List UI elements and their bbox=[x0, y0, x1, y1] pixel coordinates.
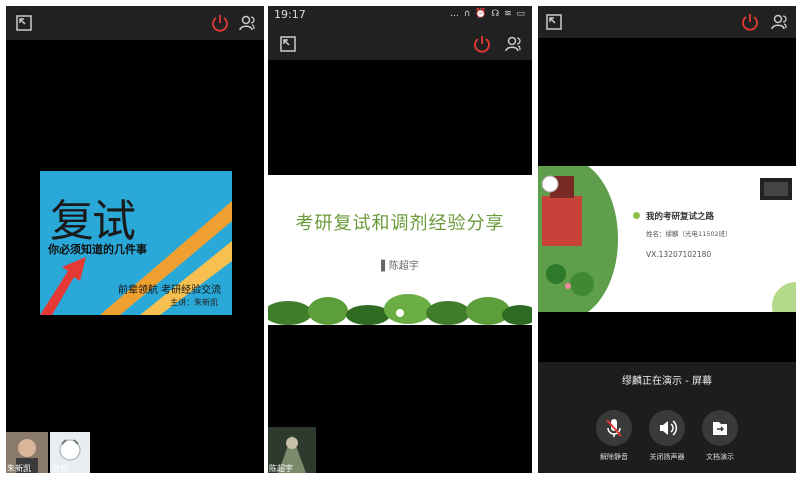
mic-muted-icon bbox=[606, 419, 622, 437]
document-share-icon bbox=[713, 422, 727, 435]
shared-slide: 考研复试和调剂经验分享 ▌陈超宇 bbox=[268, 175, 532, 325]
leaves-decoration bbox=[268, 294, 532, 325]
slide-contact: VX.13207102180 bbox=[646, 250, 712, 259]
bullet-dot bbox=[633, 212, 640, 219]
slide-name: 姓名：缪麟（光电11502班） bbox=[646, 230, 732, 238]
hangup-power-icon[interactable] bbox=[740, 12, 760, 32]
slide-author: ▌陈超宇 bbox=[381, 261, 419, 272]
exit-fullscreen-icon[interactable] bbox=[544, 12, 564, 32]
status-icons: … ∩ ⏰ ☊ ≋ ▭ bbox=[449, 9, 526, 19]
participant-name: 朱新凯 bbox=[7, 464, 31, 473]
speaker-icon bbox=[660, 420, 678, 436]
hangup-power-icon[interactable] bbox=[210, 13, 230, 33]
exit-fullscreen-icon[interactable] bbox=[278, 34, 298, 54]
unmute-label: 解除静音 bbox=[600, 453, 628, 461]
status-bar: 19:17 … ∩ ⏰ ☊ ≋ ▭ bbox=[268, 6, 532, 24]
slide-title: 我的考研复试之路 bbox=[646, 212, 715, 222]
meeting-panel-2: 19:17 … ∩ ⏰ ☊ ≋ ▭ 考研复试和调剂经验分享 ▌陈超宇 陈超宇 bbox=[268, 6, 532, 473]
slide-line: 前辈领航 考研经验交流 bbox=[118, 285, 222, 296]
slide-speaker: 主讲：朱新凯 bbox=[170, 298, 218, 307]
participant-name: 黄贺 bbox=[52, 464, 68, 473]
slide-title: 考研复试和调剂经验分享 bbox=[295, 213, 505, 234]
speaker-label: 关闭扬声器 bbox=[649, 453, 685, 461]
participants-icon[interactable] bbox=[238, 13, 258, 33]
status-time: 19:17 bbox=[274, 8, 306, 21]
slide-subtitle: 你必须知道的几件事 bbox=[48, 243, 147, 256]
shared-slide: 我的考研复试之路 姓名：缪麟（光电11502班） VX.13207102180 bbox=[538, 166, 796, 312]
exit-fullscreen-icon[interactable] bbox=[14, 13, 34, 33]
campus-photo-graphic bbox=[538, 166, 796, 312]
participant-name: 陈超宇 bbox=[269, 464, 293, 473]
meeting-panel-1: 复试 你必须知道的几件事 前辈领航 考研经验交流 主讲：朱新凯 朱新凯 黄贺 bbox=[6, 6, 264, 473]
doc-present-button[interactable] bbox=[702, 410, 738, 446]
presenting-status: 缪麟正在演示 - 屏幕 bbox=[622, 376, 712, 387]
slide-big-title: 复试 bbox=[50, 196, 136, 247]
participants-icon[interactable] bbox=[770, 12, 790, 32]
meeting-panel-3: 我的考研复试之路 姓名：缪麟（光电11502班） VX.13207102180 … bbox=[538, 6, 796, 473]
top-toolbar bbox=[268, 24, 532, 60]
shared-slide: 复试 你必须知道的几件事 前辈领航 考研经验交流 主讲：朱新凯 bbox=[40, 171, 232, 315]
unmute-button[interactable] bbox=[596, 410, 632, 446]
speaker-toggle-button[interactable] bbox=[649, 410, 685, 446]
participants-icon[interactable] bbox=[504, 34, 524, 54]
top-toolbar bbox=[6, 6, 264, 40]
top-toolbar bbox=[538, 6, 796, 38]
hangup-power-icon[interactable] bbox=[472, 34, 492, 54]
doc-present-label: 文档演示 bbox=[706, 453, 734, 461]
